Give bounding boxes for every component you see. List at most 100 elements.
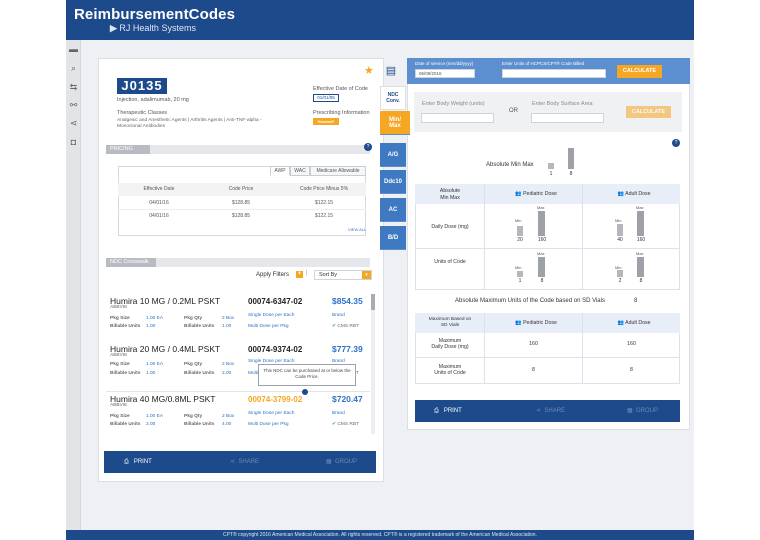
tooltip-pointer-icon <box>302 389 308 395</box>
brand-logo[interactable]: ReimbursementCodes <box>74 6 235 23</box>
adult-max-daily: 160 <box>627 341 636 347</box>
group-button[interactable]: ▦ GROUP <box>326 451 357 473</box>
pediatric-header: 👥 Pediatric Dose <box>515 320 557 326</box>
print-icon: ⎙ <box>434 408 439 414</box>
help-icon[interactable]: ? <box>672 139 680 147</box>
row-divider <box>415 248 680 249</box>
view-all-link[interactable]: VIEW ALL <box>348 227 366 232</box>
ndc-code[interactable]: 00074-3799-02 <box>248 395 302 404</box>
manufacturer: ABBVIE <box>110 403 128 408</box>
list-item[interactable]: Humira 10 MG / 0.2ML PSKT ABBVIE 00074-6… <box>106 294 370 344</box>
max-label: Max <box>537 205 545 210</box>
dos-label: Date of service (mm/dd/yyyy) <box>415 61 474 66</box>
billable-units-label: Billable Units <box>110 371 141 376</box>
company-name: ▶ RJ Health Systems <box>110 23 196 33</box>
check-icon: ✔ <box>332 324 337 329</box>
abs-min-value: 1 <box>549 171 553 177</box>
tab-ac[interactable]: AC <box>380 198 406 222</box>
ped-daily-min: 20 <box>517 237 523 243</box>
help-icon[interactable]: ? <box>364 143 372 151</box>
chevron-down-icon: ▾ <box>362 271 371 279</box>
search-icon[interactable]: ⌕ <box>68 63 79 74</box>
adult-daily-min-bar <box>617 224 623 236</box>
filter-add-button[interactable]: + <box>296 271 303 278</box>
print-button[interactable]: ⎙ PRINT <box>434 400 462 422</box>
single-dose-tag: Single Dose per Each <box>248 411 295 416</box>
dos-input[interactable]: 06/08/2016 <box>415 69 475 78</box>
print-button[interactable]: ⎙ PRINT <box>124 451 152 473</box>
favorite-star-icon[interactable]: ★ <box>364 64 374 77</box>
sort-select[interactable]: Sort By ▾ <box>314 270 372 280</box>
ndc-price: $720.47 <box>332 394 363 404</box>
calculate-button[interactable]: CALCULATE <box>617 65 662 78</box>
prescribing-info-button[interactable]: Humira® <box>313 118 339 125</box>
adult-header: 👥 Adult Dose <box>617 191 651 197</box>
min-label: Min <box>515 218 522 223</box>
apply-filters-label[interactable]: Apply Filters <box>256 272 289 278</box>
pricing-section-label: PRICING <box>106 145 150 154</box>
cell-price-minus: $122.15 <box>314 200 334 206</box>
units-input[interactable] <box>502 69 606 78</box>
group-icon: ▦ <box>326 459 332 465</box>
calculate-body-button[interactable]: CALCULATE <box>626 106 671 118</box>
list-item[interactable]: Humira 40 MG/0.8ML PSKT ABBVIE 00074-379… <box>106 392 370 442</box>
footer-copyright: CPT® copyright 2016 American Medical Ass… <box>66 530 694 540</box>
max-label: Max <box>537 251 545 256</box>
max-daily-dose-label: Maximum Daily Dose (mg) <box>431 338 469 350</box>
adult-units-min-bar <box>617 270 623 277</box>
cell-price: $128.85 <box>231 213 251 219</box>
brand-tag: Brand <box>332 313 345 318</box>
sort-label: Sort By <box>319 272 338 278</box>
tab-ddc10[interactable]: Ddc10 <box>380 170 406 194</box>
or-label: OR <box>509 108 518 114</box>
max-label: Max <box>636 205 644 210</box>
tab-bd[interactable]: B/D <box>380 226 406 250</box>
adult-icon: 👥 <box>617 320 624 326</box>
tab-ndc-conv[interactable]: NDC Conv. <box>380 86 406 110</box>
cms-tag: ✔ CMS RBT <box>332 422 359 427</box>
filter-divider: | <box>306 270 308 276</box>
pkg-size-label: Pkg Size <box>110 414 130 419</box>
list-scrollbar-thumb[interactable] <box>371 294 375 310</box>
billable-units: 1.00 <box>146 324 156 329</box>
billable-units-label: Billable Units <box>110 422 141 427</box>
manufacturer: ABBVIE <box>110 353 128 358</box>
analytics-icon[interactable]: ⚯ <box>68 100 79 111</box>
pkg-qty: 2 Box <box>222 414 235 419</box>
pediatric-icon: 👥 <box>515 320 522 326</box>
group-button[interactable]: ▦ GROUP <box>627 400 658 422</box>
print-icon: ⎙ <box>124 459 129 465</box>
ndc-tooltip: This NDC can be purchased at or below th… <box>258 364 356 386</box>
units-of-code-label: Units of Code <box>434 259 466 265</box>
ndc-code[interactable]: 00074-6347-02 <box>248 297 302 306</box>
share-icon[interactable]: ⋖ <box>68 118 79 129</box>
share-button[interactable]: ⋖ SHARE <box>536 400 565 422</box>
bsa-label: Enter Body Surface Area <box>532 101 593 107</box>
billable-units-pkg: 4.00 <box>222 422 232 427</box>
tab-medicare-allowable[interactable]: Medicare Allowable <box>310 166 366 176</box>
tab-awp[interactable]: AWP <box>270 166 290 176</box>
list-scrollbar[interactable] <box>371 294 375 434</box>
tab-wac[interactable]: WAC <box>290 166 310 176</box>
share-icon: ⋖ <box>536 408 542 414</box>
brand-tag: Brand <box>332 411 345 416</box>
weight-input[interactable] <box>421 113 494 123</box>
compare-icon[interactable]: ⇆ <box>68 82 79 93</box>
cms-tag: ✔ CMS RBT <box>332 324 359 329</box>
share-button[interactable]: ⋖ SHARE <box>230 451 259 473</box>
min-label: Min <box>615 218 622 223</box>
tab-ag[interactable]: A/G <box>380 143 406 167</box>
ndc-code[interactable]: 00074-9374-02 <box>248 345 302 354</box>
tab-min-max[interactable]: Min/ Max <box>380 111 410 135</box>
billable-units-label: Billable Units <box>110 324 141 329</box>
billable-units-pkg-label: Billable Units <box>184 324 215 329</box>
pediatric-icon: 👥 <box>515 191 522 197</box>
billable-units: 1.00 <box>146 371 156 376</box>
instagram-icon[interactable]: ◘ <box>68 137 79 148</box>
bsa-input[interactable] <box>531 113 604 123</box>
calc-tabs: NDC Conv. Min/ Max A/G Ddc10 AC B/D <box>380 86 410 250</box>
ped-daily-max: 160 <box>537 237 547 243</box>
code-title: J0135 <box>117 78 167 94</box>
crosswalk-section-label: NDC Crosswalk <box>106 258 156 267</box>
list-icon[interactable]: ▬ <box>68 44 79 55</box>
